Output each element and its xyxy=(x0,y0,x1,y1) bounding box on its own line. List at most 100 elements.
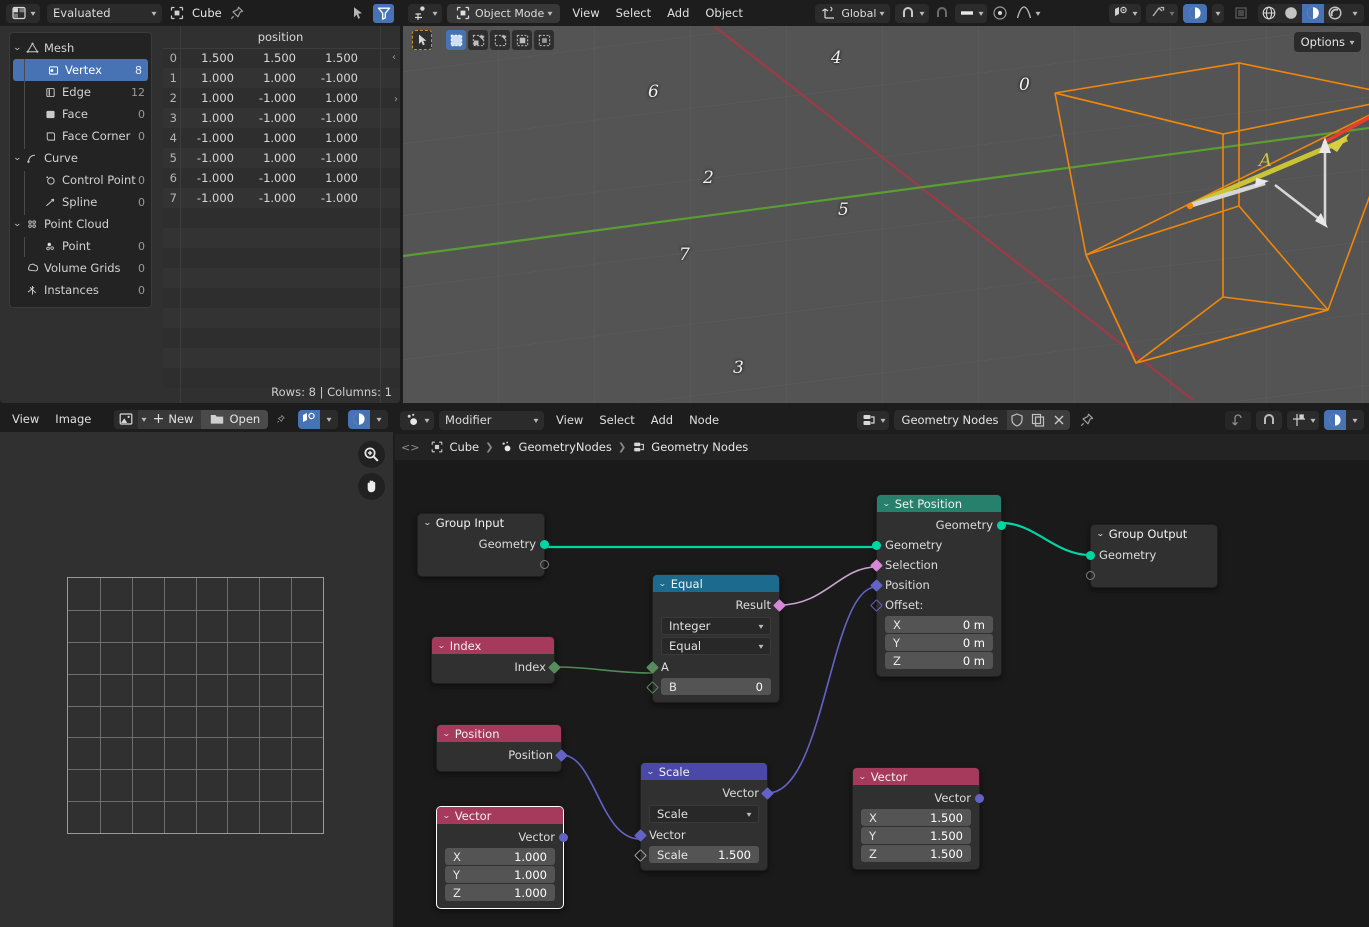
socket-virtual[interactable] xyxy=(540,559,549,569)
node-dropdown[interactable]: Equal ▾ xyxy=(661,637,771,655)
new-image-button[interactable]: + New xyxy=(150,412,202,426)
node-editor-canvas[interactable]: ⌄ Group Input Geometry ⌄ Index Index ⌄ Position… xyxy=(395,434,1369,927)
set-position-node[interactable]: ⌄ Set Position Geometry Geometry Selection Po… xyxy=(870,494,1006,677)
go-to-parent-button[interactable] xyxy=(1224,410,1251,430)
node-menu-node[interactable]: Node xyxy=(682,411,726,429)
shading-dropdown[interactable]: ▾ xyxy=(1346,4,1364,23)
proportional-falloff-icon[interactable] xyxy=(992,5,1008,21)
value-field-y[interactable]: Y 0 m xyxy=(885,634,993,651)
socket-vector[interactable] xyxy=(559,832,568,842)
viewport-menu-add[interactable]: Add xyxy=(660,4,696,22)
socket-result[interactable] xyxy=(773,598,786,612)
node-menu-add[interactable]: Add xyxy=(644,411,680,429)
input-field[interactable]: Scale 1.500 xyxy=(649,846,759,863)
socket-geometry[interactable] xyxy=(540,539,549,549)
chevron-down-icon[interactable]: ⌄ xyxy=(423,518,432,527)
input-field[interactable]: B0 xyxy=(661,678,771,695)
viewport-menu-view[interactable]: View xyxy=(565,4,606,22)
tree-item-edge[interactable]: Edge 12 xyxy=(10,81,151,103)
socket-geometry[interactable] xyxy=(1086,550,1095,560)
socket-vector[interactable] xyxy=(634,828,647,842)
socket-virtual[interactable] xyxy=(1086,570,1095,580)
select-mode-extend[interactable] xyxy=(468,30,488,50)
value-field-z[interactable]: Z 1.500 xyxy=(861,845,971,862)
socket-offset[interactable] xyxy=(870,598,883,612)
image-menu-image[interactable]: Image xyxy=(48,410,98,428)
select-mode-invert[interactable] xyxy=(512,30,532,50)
tree-item-point[interactable]: Point 0 xyxy=(10,235,151,257)
snap-toggle[interactable] xyxy=(1255,410,1282,430)
tree-item-control-point[interactable]: Control Point 0 xyxy=(10,169,151,191)
index-node[interactable]: ⌄ Index Index xyxy=(431,636,561,684)
socket-position[interactable] xyxy=(555,748,568,762)
group-input-node[interactable]: ⌄ Group Input Geometry xyxy=(417,513,549,577)
table-row[interactable]: 1 1.000 1.000 -1.000 xyxy=(163,68,400,88)
table-row[interactable]: 5 -1.000 1.000 -1.000 xyxy=(163,148,400,168)
tree-item-curve[interactable]: ⌄ Curve xyxy=(10,147,151,169)
value-field-x[interactable]: X 1.500 xyxy=(861,809,971,826)
node-header[interactable]: ⌄ Set Position xyxy=(877,495,1001,512)
pin-icon[interactable] xyxy=(276,411,286,427)
sidebar-toggle-arrows[interactable]: <> xyxy=(401,441,419,454)
unlink-button[interactable] xyxy=(1048,410,1070,430)
falloff-curve-dropdown[interactable]: ▾ xyxy=(1013,4,1043,23)
zoom-in-button[interactable] xyxy=(358,441,385,468)
node-header[interactable]: ⌄ Group Input xyxy=(418,514,544,531)
position-node[interactable]: ⌄ Position Position xyxy=(436,724,568,772)
tree-item-instances[interactable]: Instances 0 xyxy=(10,279,151,301)
pan-view-button[interactable] xyxy=(358,473,385,500)
value-field-z[interactable]: Z 0 m xyxy=(885,652,993,669)
node-header[interactable]: ⌄ Vector xyxy=(437,807,563,824)
table-row[interactable]: 0 1.500 1.500 1.500 xyxy=(163,48,400,68)
snap-toggle-icon[interactable] xyxy=(934,5,950,21)
node-tree-type-button[interactable]: ▾ xyxy=(856,410,889,430)
value-field-x[interactable]: X 1.000 xyxy=(445,848,555,865)
wireframe-shading-button[interactable] xyxy=(1258,4,1280,23)
node-menu-view[interactable]: View xyxy=(549,411,590,429)
editor-type-selector[interactable]: ▾ xyxy=(408,3,443,23)
datablock-name[interactable]: Geometry Nodes xyxy=(894,413,1007,427)
group-output-node[interactable]: ⌄ Group Output Geometry xyxy=(1086,524,1218,588)
viewport-menu-object[interactable]: Object xyxy=(698,4,749,22)
show-overlays-toggle[interactable] xyxy=(1324,410,1346,430)
node-header[interactable]: ⌄ Group Output xyxy=(1091,525,1217,542)
node-header[interactable]: ⌄ Equal xyxy=(653,575,779,592)
solid-shading-button[interactable] xyxy=(1280,4,1302,23)
chevron-down-icon[interactable]: ⌄ xyxy=(646,767,655,776)
show-gizmo-dropdown[interactable]: ▾ xyxy=(1108,3,1141,23)
tree-item-point-cloud[interactable]: ⌄ Point Cloud xyxy=(10,213,151,235)
editor-type-selector[interactable]: ▾ xyxy=(400,410,435,430)
value-field-x[interactable]: X 0 m xyxy=(885,616,993,633)
equal-node[interactable]: ⌄ Equal Result Integer ▾ Equal ▾ A B 0 xyxy=(646,574,786,703)
interaction-mode-dropdown[interactable]: Object Mode ▾ xyxy=(447,3,561,23)
snap-dropdown[interactable]: ▾ xyxy=(895,3,930,23)
viewport-shading-preview-icon[interactable] xyxy=(1233,5,1249,21)
tree-item-face[interactable]: Face 0 xyxy=(10,103,151,125)
rendered-shading-button[interactable] xyxy=(1324,4,1346,23)
breadcrumb-item-cube[interactable]: Cube xyxy=(430,440,479,454)
gizmo-dropdown[interactable]: ▾ xyxy=(319,409,338,429)
shader-type-dropdown[interactable]: Modifier ▾ xyxy=(439,410,545,430)
material-preview-shading-button[interactable] xyxy=(1302,3,1325,23)
open-image-button[interactable]: Open xyxy=(201,409,269,429)
tweak-select-tool-button[interactable] xyxy=(412,30,432,50)
socket-geometry[interactable] xyxy=(872,540,881,550)
breadcrumb-item-geometrynodes[interactable]: GeometryNodes xyxy=(500,440,612,454)
viewport-canvas[interactable]: A 0 2 3 4 5 6 7 xyxy=(403,26,1369,403)
value-field-y[interactable]: Y 1.000 xyxy=(445,866,555,883)
socket-index[interactable] xyxy=(548,660,561,674)
socket-scale[interactable] xyxy=(634,849,647,862)
breadcrumb-item-geometry-nodes[interactable]: Geometry Nodes xyxy=(632,440,748,454)
chevron-down-icon[interactable]: ⌄ xyxy=(858,772,867,781)
socket-selection[interactable] xyxy=(870,558,883,572)
value-field-z[interactable]: Z 1.000 xyxy=(445,884,555,901)
tree-item-spline[interactable]: Spline 0 xyxy=(10,191,151,213)
vector-node-left[interactable]: ⌄ Vector Vector X 1.000 Y 1.000 Z 1.000 xyxy=(436,806,568,909)
node-header[interactable]: ⌄ Vector xyxy=(853,768,979,785)
table-row[interactable]: 4 -1.000 1.000 1.000 xyxy=(163,128,400,148)
image-datablock-type-button[interactable] xyxy=(113,409,138,429)
select-mode-intersect[interactable] xyxy=(534,30,554,50)
filter-toggle[interactable] xyxy=(373,3,394,23)
select-mode-subtract[interactable] xyxy=(490,30,510,50)
show-overlays-dropdown[interactable]: ▾ xyxy=(1145,3,1178,23)
